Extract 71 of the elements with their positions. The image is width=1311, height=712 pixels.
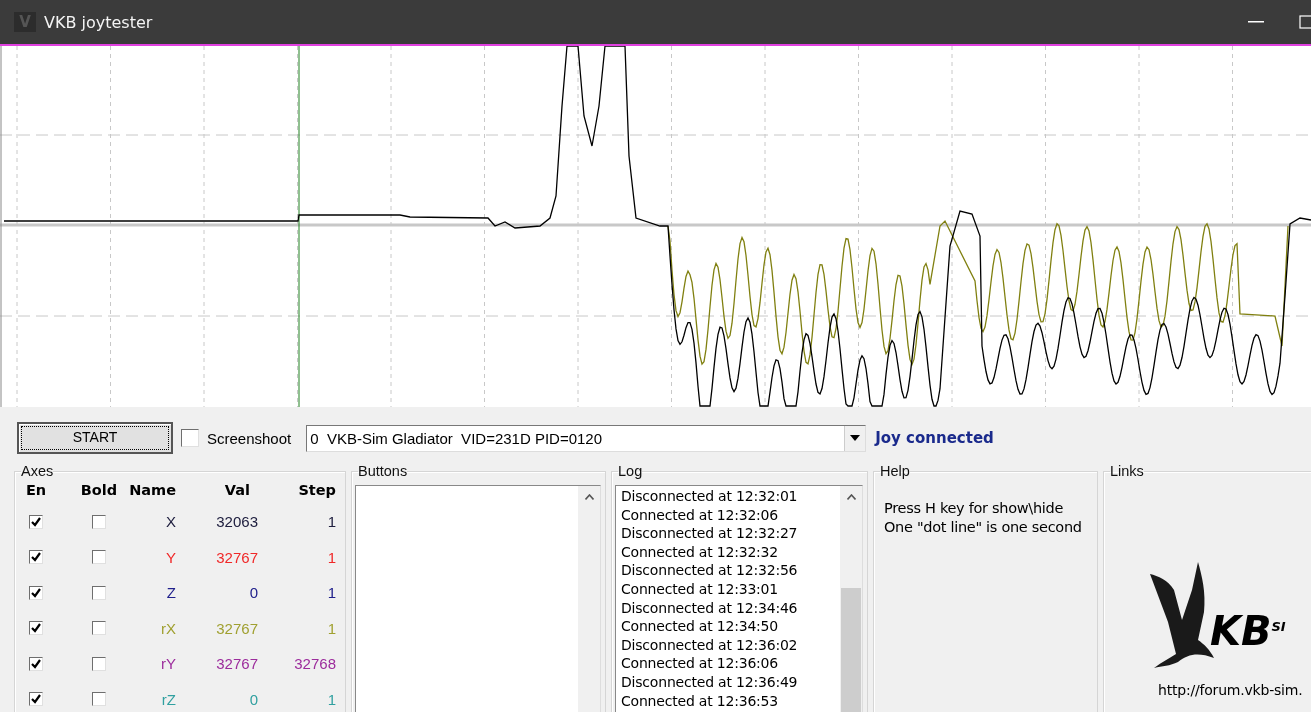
- group-title: Buttons: [358, 464, 408, 478]
- log-entry: Disconnected at 12:32:27: [621, 524, 799, 543]
- axis-name: Y: [166, 548, 177, 566]
- log-entry: Disconnected at 12:36:49: [621, 672, 799, 692]
- log-entry: Connected at 12:36:06: [621, 654, 780, 673]
- axis-name: rX: [161, 619, 177, 637]
- axis-step: 1: [327, 513, 340, 531]
- help-text: Press H key for show\hide: [884, 499, 1065, 518]
- checkbox[interactable]: [29, 550, 43, 565]
- checkbox[interactable]: [92, 656, 106, 671]
- column-header: Step: [298, 482, 337, 500]
- help-text: One "dot line" is one second: [884, 518, 1083, 537]
- checkbox[interactable]: [29, 514, 43, 529]
- start-button[interactable]: START: [17, 422, 173, 454]
- column-header: Name: [129, 482, 177, 500]
- axis-value: 32767: [216, 619, 259, 637]
- axis-name: Z: [166, 584, 177, 602]
- forum-link[interactable]: http://forum.vkb-sim.: [1158, 682, 1303, 698]
- axis-value: 0: [249, 584, 259, 602]
- log-entry: Connected at 12:36:53: [621, 691, 780, 711]
- checkbox[interactable]: [29, 656, 43, 671]
- checkbox[interactable]: [92, 550, 106, 565]
- column-header: En: [25, 482, 47, 500]
- window-title: VKB joytester: [44, 12, 153, 32]
- minimize-icon[interactable]: [1248, 21, 1264, 23]
- device-dropdown[interactable]: 0 VKB-Sim Gladiator VID=231D PID=0120: [306, 424, 867, 452]
- column-header: Val: [224, 482, 251, 500]
- caret-icon: [850, 435, 861, 441]
- checkbox[interactable]: [29, 692, 43, 707]
- scroll-up-icon[interactable]: [584, 494, 594, 500]
- checkbox[interactable]: [92, 585, 106, 600]
- log-entry: Disconnected at 12:32:01: [621, 487, 799, 506]
- log-entry: Connected at 12:34:50: [621, 617, 780, 636]
- scrollbar-thumb[interactable]: [841, 588, 861, 712]
- checkbox[interactable]: [92, 514, 106, 529]
- scroll-up-icon[interactable]: [846, 494, 856, 500]
- checkbox[interactable]: [92, 621, 106, 636]
- axis-name: X: [166, 513, 177, 531]
- log-entry: Connected at 12:33:01: [621, 579, 780, 599]
- axis-value: 32767: [216, 548, 259, 566]
- checkbox[interactable]: [29, 621, 43, 636]
- axis-name: rZ: [161, 690, 177, 708]
- axis-value: 32767: [216, 655, 259, 673]
- checkbox-label: Screenshoot: [207, 429, 292, 447]
- log-entry: Connected at 12:32:06: [621, 505, 780, 525]
- maximize-icon[interactable]: [1299, 15, 1311, 29]
- axis-value: 0: [249, 690, 259, 708]
- group-title: Links: [1110, 464, 1144, 478]
- axis-step: 1: [327, 690, 340, 708]
- axis-step: 1: [327, 548, 340, 566]
- connection-status: Joy connected: [875, 429, 994, 447]
- group-title: Log: [618, 464, 643, 478]
- group-title: Axes: [21, 464, 54, 478]
- axis-step: 1: [327, 619, 340, 637]
- axis-name: rY: [161, 655, 177, 673]
- logo-text: KB$^{SI}$: [1210, 608, 1286, 654]
- group-title: Help: [880, 464, 910, 478]
- axis-step: 32768: [294, 655, 340, 673]
- log-entry: Connected at 12:32:32: [621, 542, 780, 562]
- column-header: Bold: [80, 482, 118, 500]
- log-entry: Disconnected at 12:34:46: [621, 598, 799, 618]
- scrollbar[interactable]: [840, 486, 862, 712]
- scrollbar[interactable]: [578, 486, 600, 712]
- dropdown-value: 0 VKB-Sim Gladiator VID=231D PID=0120: [310, 429, 604, 447]
- axis-value: 32063: [216, 513, 259, 531]
- log-entry: Disconnected at 12:32:56: [621, 561, 799, 580]
- checkbox[interactable]: [181, 429, 199, 447]
- checkbox[interactable]: [92, 692, 106, 707]
- log-entry: Disconnected at 12:36:02: [621, 635, 799, 655]
- axis-step: 1: [327, 584, 340, 602]
- checkbox[interactable]: [29, 585, 43, 600]
